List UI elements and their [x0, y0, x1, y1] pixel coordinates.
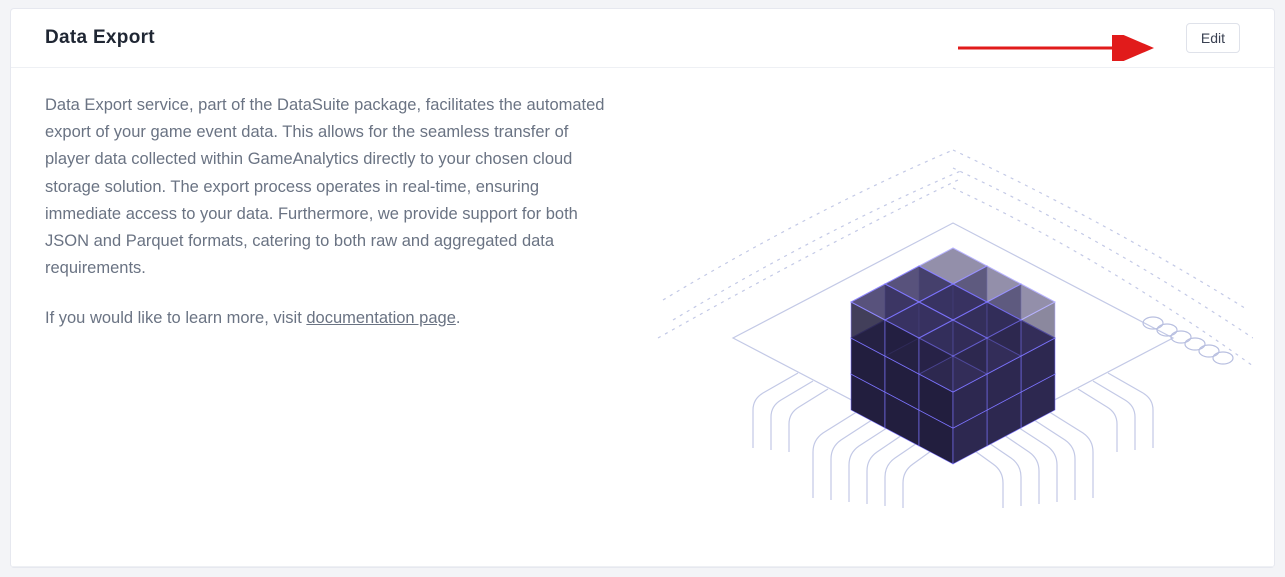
- description-paragraph-2: If you would like to learn more, visit d…: [45, 305, 611, 332]
- pointer-arrow-icon: [958, 35, 1168, 61]
- card-header: Data Export Edit: [11, 9, 1274, 68]
- description-paragraph-2-prefix: If you would like to learn more, visit: [45, 309, 306, 327]
- description-paragraph-1: Data Export service, part of the DataSui…: [45, 92, 611, 283]
- illustration-column: [631, 68, 1274, 566]
- card-title: Data Export: [45, 27, 155, 49]
- documentation-link[interactable]: documentation page: [306, 309, 456, 327]
- edit-button[interactable]: Edit: [1186, 23, 1240, 53]
- card-body: Data Export service, part of the DataSui…: [11, 68, 1274, 567]
- description-column: Data Export service, part of the DataSui…: [11, 68, 631, 566]
- cube-circuit-illustration-icon: [653, 68, 1253, 548]
- description-paragraph-2-suffix: .: [456, 309, 461, 327]
- data-export-card: Data Export Edit Data Export service, pa…: [10, 8, 1275, 568]
